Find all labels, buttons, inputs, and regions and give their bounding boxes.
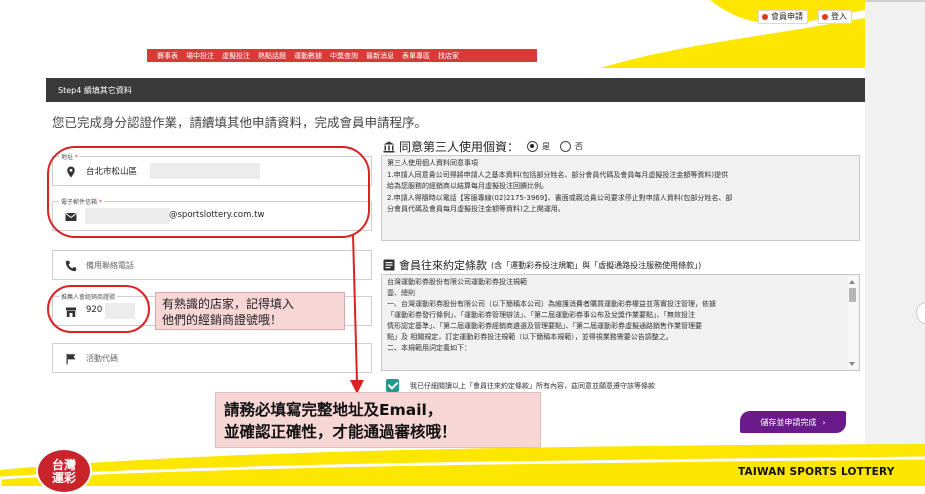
terms-line: 壹、總則	[387, 289, 415, 297]
terms-title: 會員往來約定條款	[399, 259, 487, 272]
nav-item[interactable]: 場中投注	[186, 51, 214, 61]
phone-icon	[65, 260, 77, 272]
consent-line: 第三人使用個人資料同意事項	[387, 159, 478, 167]
consent-text-box: 第三人使用個人資料同意事項 1.申請人同意貴公司得將申請人之基本資料(包括部分姓…	[381, 155, 860, 241]
consent-heading: 同意第三人使用個資： 是 否	[383, 138, 583, 155]
consent-yes-radio[interactable]	[527, 141, 539, 152]
promo-code-field[interactable]: 活動代碼	[52, 343, 372, 373]
consent-yes-label: 是	[542, 142, 551, 151]
nav-item[interactable]: 最新消息	[366, 51, 394, 61]
submit-button[interactable]: 儲存並申請完成 ›	[740, 411, 846, 433]
terms-heading: 會員往來約定條款 (含「運動彩券投注規範」與「虛擬通路投注服務使用條款」)	[383, 257, 701, 273]
step-bar: Step4 續填其它資料	[46, 78, 865, 102]
terms-line: 點」及 相關規定，訂定運動彩券投注規範（以下簡稱本規範），並得視業務需要公告調整…	[387, 333, 673, 341]
terms-scrollbar[interactable]	[848, 276, 858, 369]
member-apply-button[interactable]: 會員申請	[758, 10, 808, 24]
terms-line: 「運動彩券發行條例」、「運動彩券管理辦法」、「第二屆運動彩券事公布及兌獎作業要點…	[387, 311, 695, 319]
main-tip: 請務必填寫完整地址及Email， 並確認正確性，才能通過審核哦！	[215, 392, 541, 448]
consent-no-radio[interactable]	[560, 141, 572, 152]
bullet-icon	[762, 14, 768, 20]
backup-phone-field[interactable]: 備用聯絡電話	[52, 250, 372, 280]
scroll-down-arrow-icon[interactable]	[849, 362, 855, 366]
nav-item[interactable]: 表單專區	[402, 51, 430, 61]
consent-line: 分會員代碼及會員每月虛擬投注金額等資料)之上開運用。	[387, 205, 565, 213]
terms-line: 一、台灣運動彩券股份有限公司（以下簡稱本公司）為維護消費者購買運動彩券權益並落實…	[387, 300, 716, 308]
nav-item[interactable]: 運動數據	[294, 51, 322, 61]
right-gutter	[865, 0, 925, 486]
nav-item[interactable]: 虛擬投注	[222, 51, 250, 61]
scroll-up-arrow-icon[interactable]	[849, 280, 855, 284]
terms-subtitle: (含「運動彩券投注規範」與「虛擬通路投注服務使用條款」)	[491, 260, 702, 270]
consent-line: 給為您服務的經銷商以結算每月虛擬投注回饋比例。	[387, 182, 548, 190]
chevron-right-icon: ›	[822, 417, 826, 427]
scroll-thumb[interactable]	[849, 288, 856, 302]
highlight-oval-store-id	[47, 285, 150, 333]
highlight-oval-address-email	[47, 146, 370, 238]
terms-scroll-box[interactable]: 台灣運動彩券股份有限公司運動彩券投注規範 壹、總則 一、台灣運動彩券股份有限公司…	[381, 274, 860, 371]
store-tip-line: 有熟識的店家，記得填入	[162, 297, 295, 311]
member-apply-label: 會員申請	[771, 12, 803, 21]
terms-line: 二、本規範用詞定義如下：	[387, 344, 471, 352]
nav-item[interactable]: 中獎查詢	[330, 51, 358, 61]
flag-icon	[66, 353, 76, 365]
agree-checkbox[interactable]	[386, 379, 399, 392]
brand-logo[interactable]: 台灣 運彩	[36, 448, 92, 494]
login-label: 登入	[831, 12, 847, 21]
consent-title: 同意第三人使用個資：	[399, 140, 520, 154]
login-button[interactable]: 登入	[818, 10, 852, 24]
nav-item[interactable]: 賽事表	[157, 51, 178, 61]
footer-brand-text: TAIWAN SPORTS LOTTERY	[738, 466, 895, 478]
store-tip-line: 他們的經銷商證號哦！	[162, 313, 283, 327]
logo-text: 運彩	[52, 471, 77, 485]
contract-icon	[383, 259, 395, 271]
backup-phone-placeholder: 備用聯絡電話	[86, 261, 134, 270]
store-id-tip: 有熟識的店家，記得填入 他們的經銷商證號哦！	[155, 292, 345, 330]
nav-item[interactable]: 熱點話題	[258, 51, 286, 61]
terms-line: 台灣運動彩券股份有限公司運動彩券投注規範	[387, 278, 527, 286]
bank-icon	[383, 141, 395, 152]
consent-no-label: 否	[575, 142, 584, 151]
terms-line: 情形認定基準」、「第二屆運動彩券經銷商遴選及管理要點」、「第二屆運動彩券虛擬通路…	[387, 322, 702, 330]
promo-code-placeholder: 活動代碼	[86, 354, 118, 363]
arrow-icon	[350, 233, 364, 394]
consent-line: 2.申請人得隨時以電話【客服專線(02)2175-3969】、書面或親洽貴公司要…	[387, 193, 733, 202]
main-tip-line: 並確認正確性，才能通過審核哦！	[224, 423, 457, 441]
nav-item[interactable]: 找店家	[438, 51, 459, 61]
bullet-icon	[822, 14, 828, 20]
agree-text: 我已仔細閱讀以上「會員往來約定條款」所有內容，茲同意並願意遵守該等條款	[410, 382, 655, 390]
footer-band	[0, 444, 925, 486]
main-nav: 賽事表 場中投注 虛擬投注 熱點話題 運動數據 中獎查詢 最新消息 表單專區 找…	[147, 49, 537, 62]
step-title: Step4 續填其它資料	[58, 86, 132, 95]
intro-text: 您已完成身分認證作業，請續填其他申請資料，完成會員申請程序。	[52, 115, 428, 130]
submit-label: 儲存並申請完成	[760, 417, 817, 427]
scrollbar-edge	[865, 0, 925, 2]
consent-line: 1.申請人同意貴公司得將申請人之基本資料(包括部分姓名、部分會員代碼及會員每月虛…	[387, 170, 729, 179]
main-tip-line: 請務必填寫完整地址及Email，	[224, 401, 443, 419]
